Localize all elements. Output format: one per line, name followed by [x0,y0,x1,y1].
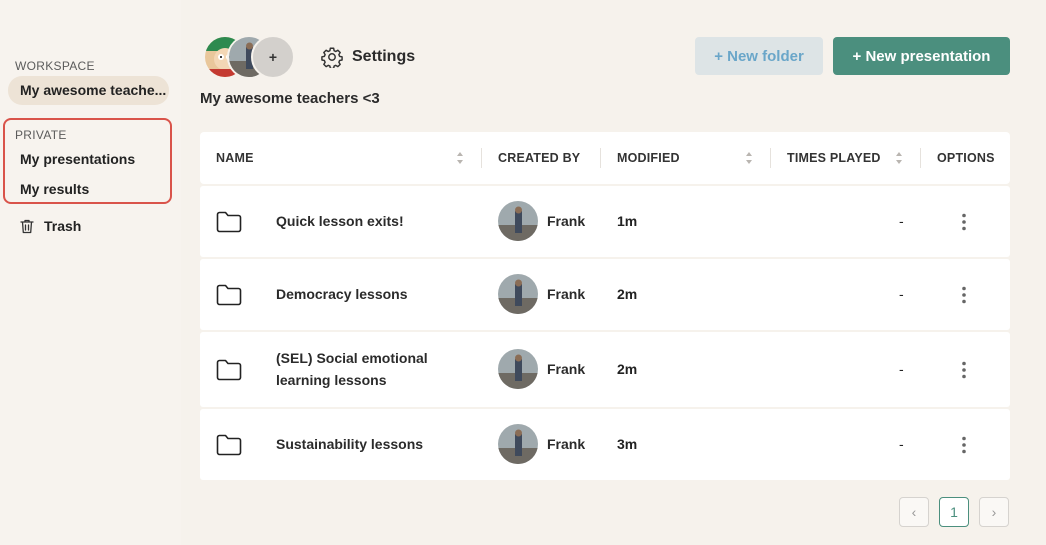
folder-icon [216,211,242,233]
folder-name: (SEL) Social emotional learning lessons [276,350,428,388]
new-presentation-button[interactable]: + New presentation [833,37,1010,75]
sort-name-icon[interactable] [456,151,464,165]
created-by: Frank [498,424,585,464]
created-by: Frank [498,274,585,314]
modified-time: 2m [617,361,638,377]
column-divider [770,148,771,168]
creator-name: Frank [547,213,586,229]
column-header-times-played: TIMES PLAYED [787,151,881,165]
table-row[interactable]: Democracy lessons Frank 2m - [200,259,1010,330]
table-row[interactable]: Quick lesson exits! Frank 1m - [200,186,1010,257]
created-by: Frank [498,349,585,389]
pagination-next-button[interactable]: › [979,497,1009,527]
sort-times-played-icon[interactable] [895,151,903,165]
modified-time: 3m [617,436,638,452]
sidebar-item-my-results[interactable]: My results [8,175,169,204]
folder-icon [216,284,242,306]
settings-label: Settings [352,48,416,65]
sort-modified-icon[interactable] [745,151,753,165]
creator-name: Frank [547,436,586,452]
times-played: - [899,436,904,452]
trash-label: Trash [44,218,82,234]
modified-time: 2m [617,286,638,302]
table-header: NAME CREATED BY MODIFIED TIMES PLAYED OP… [200,132,1010,184]
trash-icon [20,219,34,233]
avatar [498,274,538,314]
pagination-page-1[interactable]: 1 [939,497,969,527]
add-member-button[interactable]: + [251,35,295,79]
created-by: Frank [498,201,585,241]
creator-name: Frank [547,286,586,302]
creator-name: Frank [547,361,586,377]
column-divider [600,148,601,168]
times-played: - [899,286,904,302]
main-content: + Settings + New folder + New presentati… [181,0,1046,545]
column-divider [481,148,482,168]
avatar [498,201,538,241]
gear-icon [321,47,343,68]
modified-time: 1m [617,213,638,229]
sidebar-item-workspace[interactable]: My awesome teache... [8,76,169,105]
column-divider [920,148,921,168]
more-options-icon[interactable] [959,286,969,304]
more-options-icon[interactable] [959,213,969,231]
column-header-options: OPTIONS [937,151,995,165]
pagination-prev-button[interactable]: ‹ [899,497,929,527]
avatar [498,349,538,389]
page-title: My awesome teachers <3 [200,90,380,107]
table-row[interactable]: Sustainability lessons Frank 3m - [200,409,1010,480]
table-row[interactable]: (SEL) Social emotional learning lessons … [200,332,1010,407]
folder-name: Democracy lessons [276,286,408,302]
workspace-section-label: WORKSPACE [15,59,95,73]
column-header-name: NAME [216,151,254,165]
sidebar-item-trash[interactable]: Trash [20,216,81,236]
private-section-label: PRIVATE [15,128,67,142]
sidebar-item-my-presentations[interactable]: My presentations [8,145,169,174]
folder-icon [216,434,242,456]
more-options-icon[interactable] [959,361,969,379]
column-header-created-by: CREATED BY [498,151,581,165]
folder-icon [216,359,242,381]
folder-name: Quick lesson exits! [276,213,404,229]
settings-button[interactable]: Settings [321,44,415,70]
folder-name: Sustainability lessons [276,436,424,452]
sidebar: WORKSPACE My awesome teache... PRIVATE M… [0,0,181,545]
times-played: - [899,361,904,377]
times-played: - [899,213,904,229]
avatar [498,424,538,464]
more-options-icon[interactable] [959,436,969,454]
column-header-modified: MODIFIED [617,151,680,165]
new-folder-button[interactable]: + New folder [695,37,823,75]
